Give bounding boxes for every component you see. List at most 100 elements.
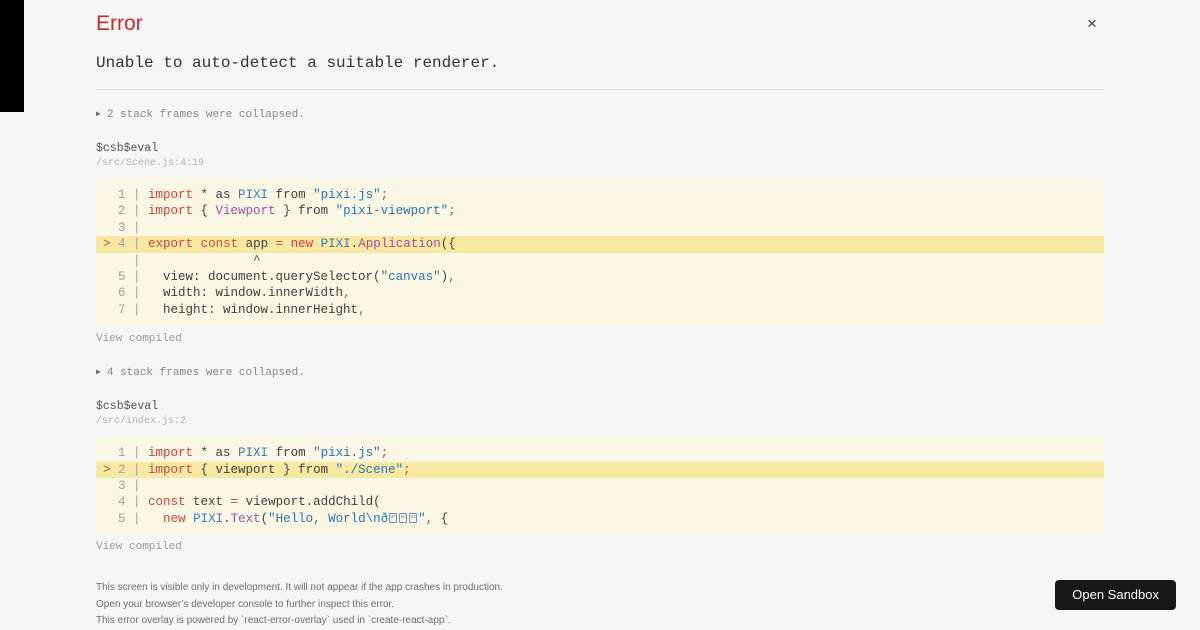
- view-compiled-link-2[interactable]: View compiled: [96, 541, 182, 553]
- code-token: import: [148, 188, 194, 202]
- code-token: ^: [148, 253, 261, 268]
- code-token: 3 |: [103, 220, 149, 235]
- divider: [96, 89, 1104, 90]
- code-token: PIXI: [320, 237, 351, 252]
- code-token: new: [290, 237, 314, 252]
- close-icon: ×: [1087, 14, 1097, 33]
- code-token: {: [193, 204, 216, 219]
- code-token: (: [260, 511, 269, 526]
- stack-frames-toggle-1[interactable]: ▶ 2 stack frames were collapsed.: [96, 109, 1104, 121]
- error-title: Error: [96, 12, 143, 35]
- code-token: 5 |: [103, 270, 149, 285]
- code-line: | ^: [96, 253, 1104, 269]
- code-token: width: window.innerWidth: [148, 286, 344, 301]
- code-token: app: [238, 237, 276, 252]
- code-token: |: [103, 253, 149, 268]
- code-token: export: [148, 237, 194, 252]
- code-token: 7 |: [103, 302, 149, 317]
- code-token: from: [268, 446, 314, 461]
- code-token: 4 |: [103, 495, 149, 510]
- code-frame-index: 1 | import * as PIXI from "pixi.js"; > 2 …: [96, 437, 1104, 536]
- code-token: height: window.innerHeight: [148, 302, 359, 317]
- code-token: ;: [380, 188, 389, 202]
- code-token: "pixi.js": [313, 446, 381, 461]
- code-token: "canvas": [380, 270, 441, 285]
- code-token: ): [440, 270, 449, 285]
- frame-location: /src/Scene.js:4:19: [96, 158, 205, 169]
- code-token: viewport.addChild(: [238, 495, 381, 510]
- code-line: 1 | import * as PIXI from "pixi.js";: [96, 187, 1104, 203]
- view-compiled-link-1[interactable]: View compiled: [96, 333, 182, 345]
- code-token: 2 |: [103, 204, 149, 219]
- stack-frames-toggle-2[interactable]: ▶ 4 stack frames were collapsed.: [96, 367, 1104, 379]
- code-line: 7 | height: window.innerHeight,: [96, 302, 1104, 318]
- code-token: =: [275, 237, 284, 252]
- code-token: .: [223, 511, 231, 526]
- code-token: } from: [275, 204, 336, 219]
- code-token: ,: [448, 270, 456, 285]
- code-line: 5 | view: document.querySelector("canvas…: [96, 269, 1104, 285]
- close-button[interactable]: ×: [1082, 14, 1102, 34]
- code-token: Viewport: [215, 204, 276, 219]
- code-token: ,: [358, 302, 366, 317]
- code-line: 4 | const text = viewport.addChild(: [96, 494, 1104, 510]
- footer-line-powered-by: This error overlay is powered by `react-…: [96, 615, 451, 627]
- code-token: =: [230, 495, 239, 510]
- tofu-glyph: 9F: [389, 512, 398, 523]
- stack-frames-toggle-label: 2 stack frames were collapsed.: [106, 109, 305, 121]
- code-line: 1 | import * as PIXI from "pixi.js";: [96, 445, 1104, 461]
- code-token: 2 |: [118, 462, 149, 477]
- code-token: PIXI: [238, 446, 269, 461]
- code-token: 1 |: [103, 446, 149, 461]
- frame-function-name: $csb$eval: [96, 142, 159, 155]
- code-frame-scene: 1 | import * as PIXI from "pixi.js"; 2 |…: [96, 179, 1104, 327]
- code-token: 6 |: [103, 286, 149, 301]
- code-token: ,: [343, 286, 351, 301]
- footer: This screen is visible only in developme…: [96, 580, 1104, 630]
- frame-function-name: $csb$eval: [96, 400, 159, 414]
- error-overlay: Error × Unable to auto-detect a suitable…: [0, 0, 1200, 630]
- code-token: 5 |: [103, 511, 149, 526]
- stack-frames-toggle-label: 4 stack frames were collapsed.: [106, 367, 305, 380]
- collapse-arrow-icon: ▶: [96, 110, 101, 119]
- code-token: ;: [380, 446, 389, 461]
- frame-location: /src/index.js:2: [96, 416, 187, 428]
- code-token: from: [268, 188, 314, 202]
- code-token: {: [433, 511, 449, 526]
- tofu-glyph: 8D: [409, 512, 418, 523]
- code-token: Text: [230, 511, 261, 526]
- code-token: Application: [358, 237, 441, 252]
- code-token: "./Scene": [335, 462, 404, 477]
- code-line: 5 | new PIXI.Text("Hello, World\nð 9F 8C 8D…: [96, 511, 1104, 527]
- code-token: ;: [403, 462, 411, 477]
- footer-line-console: Open your browser’s developer console to…: [96, 598, 395, 610]
- code-token: ({: [440, 237, 456, 252]
- code-token: 1 |: [103, 188, 149, 202]
- code-token: PIXI: [193, 511, 224, 526]
- code-token: "pixi.js": [313, 188, 381, 202]
- code-token: const: [200, 237, 239, 252]
- code-line: 2 | import { Viewport } from "pixi-viewp…: [96, 203, 1104, 219]
- error-message: Unable to auto-detect a suitable rendere…: [96, 54, 500, 72]
- code-token: 3 |: [103, 479, 149, 494]
- code-line: > 2 | import { viewport } from "./Scene"…: [96, 461, 1104, 479]
- code-token: * as: [193, 446, 239, 461]
- code-token: { viewport } from: [193, 462, 336, 477]
- code-token: "pixi-viewport": [335, 204, 449, 219]
- code-line: 6 | width: window.innerWidth,: [96, 285, 1104, 301]
- code-token: ;: [448, 204, 456, 219]
- code-token: "Hello, World\nð: [268, 511, 389, 526]
- open-sandbox-button[interactable]: Open Sandbox: [1055, 580, 1176, 610]
- code-line: > 4 | export const app = new PIXI.Applic…: [96, 236, 1104, 253]
- code-token: view: document.querySelector(: [148, 270, 381, 285]
- code-token: * as: [193, 188, 239, 202]
- tofu-glyph: 8C: [399, 512, 408, 523]
- code-line: 3 |: [96, 478, 1104, 494]
- collapse-arrow-icon: ▶: [96, 368, 101, 378]
- code-token: >: [103, 237, 119, 252]
- code-token: new: [163, 511, 186, 526]
